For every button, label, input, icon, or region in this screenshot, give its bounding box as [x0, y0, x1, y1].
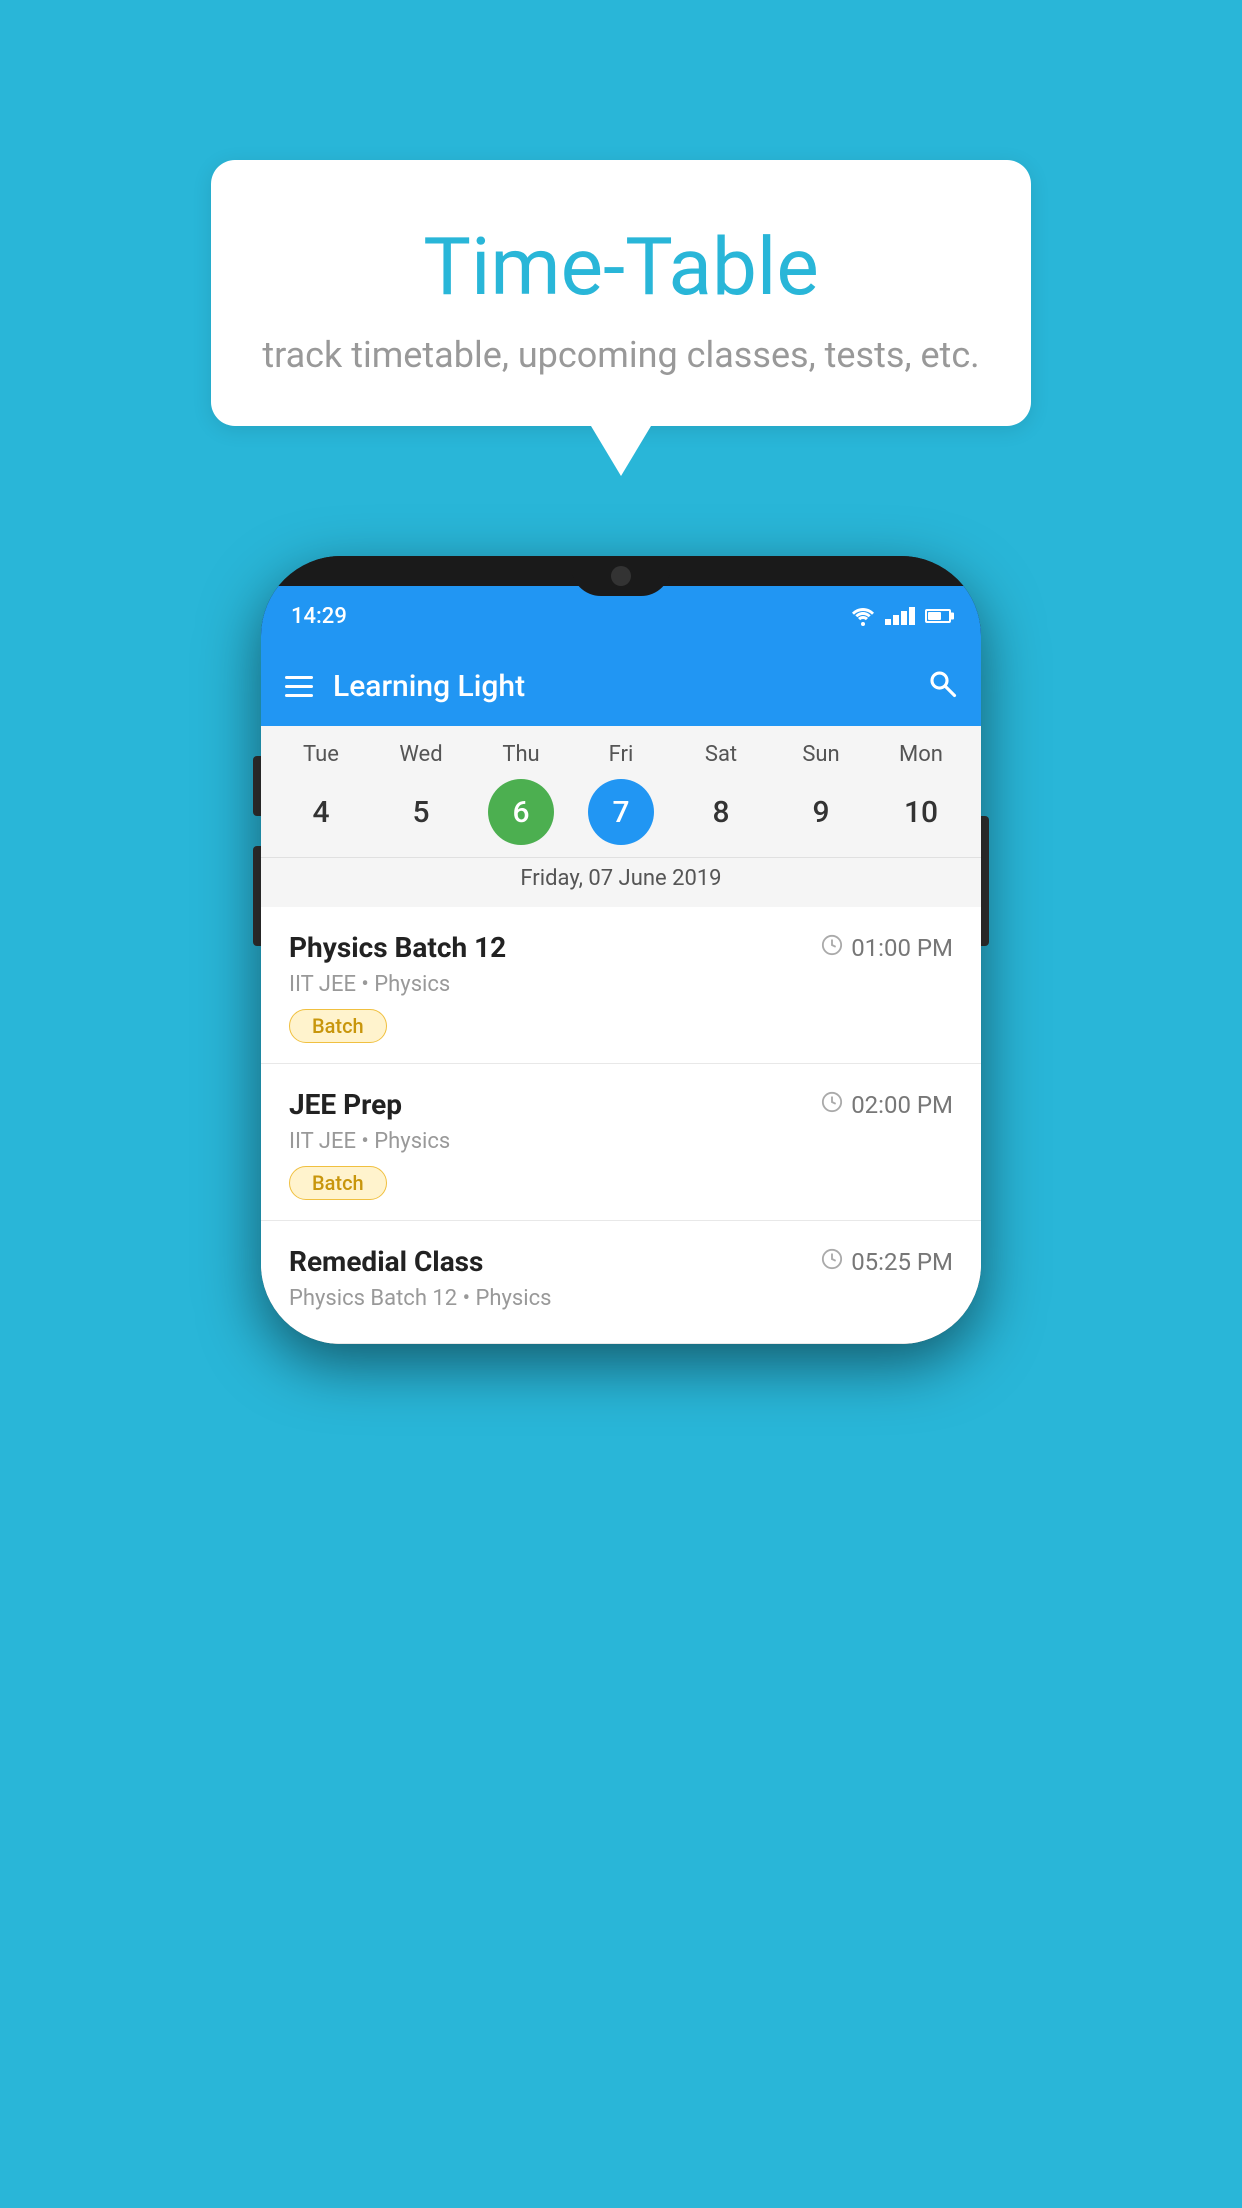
date-5[interactable]: 5 [388, 779, 454, 845]
bubble-tail [591, 426, 651, 476]
schedule-item-3-title: Remedial Class [289, 1245, 483, 1278]
schedule-item-1-time: 01:00 PM [821, 934, 953, 962]
phone-top [261, 556, 981, 586]
schedule-item-3-time-text: 05:25 PM [851, 1248, 953, 1276]
schedule-list: Physics Batch 12 01:00 PM [261, 907, 981, 1344]
speech-bubble-section: Time-Table track timetable, upcoming cla… [211, 160, 1031, 476]
schedule-item-3[interactable]: Remedial Class 05:25 PM [261, 1221, 981, 1344]
schedule-item-1-subtitle: IIT JEE • Physics [289, 972, 953, 997]
selected-date-label: Friday, 07 June 2019 [261, 857, 981, 907]
phone-mockup: 14:29 [261, 556, 981, 1344]
schedule-item-1-title: Physics Batch 12 [289, 931, 506, 964]
days-of-week: Tue Wed Thu Fri Sat Sun Mon [261, 742, 981, 767]
app-bar: Learning Light [261, 646, 981, 726]
feature-subtitle: track timetable, upcoming classes, tests… [261, 334, 981, 376]
date-8[interactable]: 8 [688, 779, 754, 845]
signal-icon [885, 607, 915, 625]
date-4[interactable]: 4 [288, 779, 354, 845]
side-button-volume-up [253, 756, 261, 816]
schedule-item-3-header: Remedial Class 05:25 PM [289, 1245, 953, 1278]
calendar-strip: Tue Wed Thu Fri Sat Sun Mon 4 5 6 7 8 [261, 726, 981, 907]
day-thu: Thu [481, 742, 561, 767]
date-7-selected[interactable]: 7 [588, 779, 654, 845]
schedule-item-1-time-text: 01:00 PM [851, 934, 953, 962]
day-mon: Mon [881, 742, 961, 767]
clock-icon-2 [821, 1091, 843, 1119]
phone-frame: 14:29 [261, 556, 981, 1344]
side-button-volume-down [253, 846, 261, 946]
schedule-item-2-header: JEE Prep 02:00 PM [289, 1088, 953, 1121]
feature-title: Time-Table [261, 220, 981, 314]
schedule-item-2-time: 02:00 PM [821, 1091, 953, 1119]
day-wed: Wed [381, 742, 461, 767]
status-time: 14:29 [291, 604, 347, 629]
speech-bubble: Time-Table track timetable, upcoming cla… [211, 160, 1031, 426]
schedule-item-2-time-text: 02:00 PM [851, 1091, 953, 1119]
dates-row: 4 5 6 7 8 9 10 [261, 779, 981, 845]
status-icons [851, 606, 951, 626]
schedule-item-3-time: 05:25 PM [821, 1248, 953, 1276]
schedule-item-1-badge: Batch [289, 1009, 387, 1043]
side-button-power [981, 816, 989, 946]
app-bar-left: Learning Light [285, 669, 525, 704]
phone-screen: 14:29 [261, 586, 981, 1344]
day-sun: Sun [781, 742, 861, 767]
schedule-item-2-badge: Batch [289, 1166, 387, 1200]
schedule-item-2[interactable]: JEE Prep 02:00 PM [261, 1064, 981, 1221]
front-camera [611, 566, 631, 586]
date-9[interactable]: 9 [788, 779, 854, 845]
battery-icon [925, 609, 951, 623]
date-6-today[interactable]: 6 [488, 779, 554, 845]
day-tue: Tue [281, 742, 361, 767]
notch [571, 556, 671, 596]
schedule-item-3-subtitle: Physics Batch 12 • Physics [289, 1286, 953, 1311]
clock-icon-1 [821, 934, 843, 962]
search-icon[interactable] [927, 668, 957, 705]
hamburger-menu-icon[interactable] [285, 676, 313, 697]
wifi-icon [851, 606, 875, 626]
day-sat: Sat [681, 742, 761, 767]
clock-icon-3 [821, 1248, 843, 1276]
app-title: Learning Light [333, 669, 525, 704]
date-10[interactable]: 10 [888, 779, 954, 845]
schedule-item-2-subtitle: IIT JEE • Physics [289, 1129, 953, 1154]
schedule-item-1[interactable]: Physics Batch 12 01:00 PM [261, 907, 981, 1064]
schedule-item-1-header: Physics Batch 12 01:00 PM [289, 931, 953, 964]
day-fri: Fri [581, 742, 661, 767]
schedule-item-2-title: JEE Prep [289, 1088, 402, 1121]
